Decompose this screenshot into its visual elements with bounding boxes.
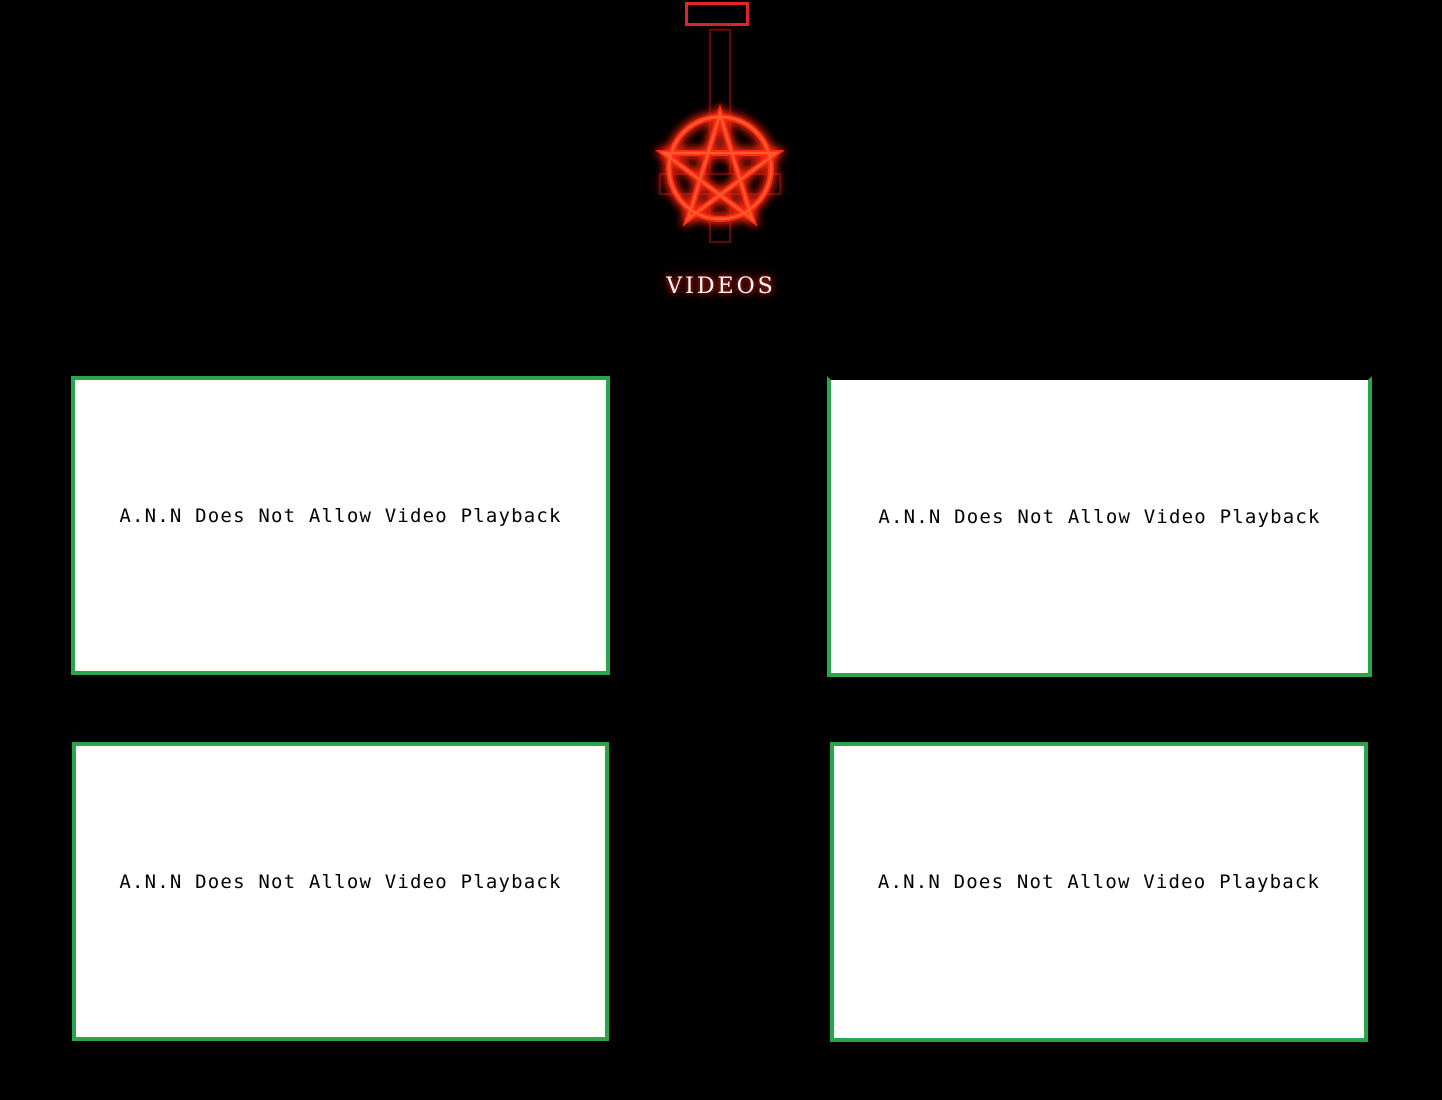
page-title: VIDEOS bbox=[666, 274, 776, 299]
video-unavailable-message: A.N.N Does Not Allow Video Playback bbox=[877, 871, 1321, 893]
video-player-2[interactable]: A.N.N Does Not Allow Video Playback bbox=[827, 376, 1372, 677]
video-player-3[interactable]: A.N.N Does Not Allow Video Playback bbox=[72, 742, 609, 1041]
video-unavailable-message: A.N.N Does Not Allow Video Playback bbox=[119, 504, 562, 527]
video-player-1[interactable]: A.N.N Does Not Allow Video Playback bbox=[71, 376, 610, 675]
video-unavailable-message: A.N.N Does Not Allow Video Playback bbox=[878, 505, 1321, 528]
video-unavailable-message: A.N.N Does Not Allow Video Playback bbox=[119, 870, 562, 893]
inverted-cross-pentagram-icon bbox=[640, 22, 800, 252]
video-player-4[interactable]: A.N.N Does Not Allow Video Playback bbox=[830, 742, 1368, 1042]
